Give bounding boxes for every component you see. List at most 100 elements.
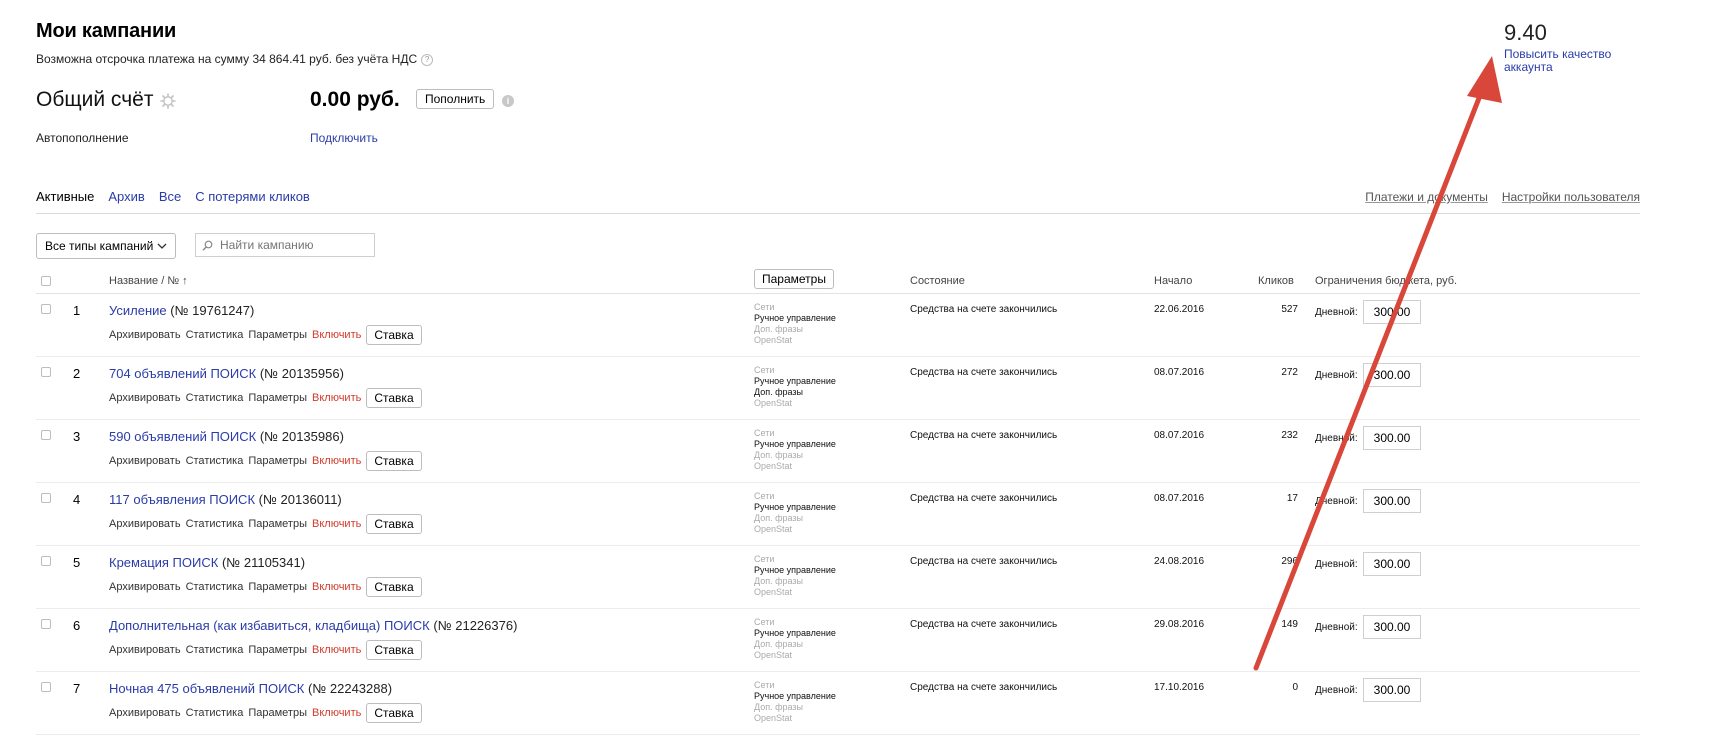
archive-action[interactable]: Архивировать (109, 644, 181, 656)
autofill-connect-link[interactable]: Подключить (310, 131, 378, 145)
info-icon[interactable]: i (502, 95, 514, 107)
header-name[interactable]: Название / № ↑ (109, 275, 188, 287)
improve-quality-link[interactable]: Повысить качество аккаунта (1504, 48, 1624, 74)
params-action[interactable]: Параметры (248, 581, 307, 593)
stats-action[interactable]: Статистика (186, 329, 244, 341)
stats-action[interactable]: Статистика (186, 707, 244, 719)
row-checkbox[interactable] (41, 304, 51, 314)
campaign-state: Средства на счете закончились (910, 493, 1058, 504)
daily-label: Дневной: (1315, 622, 1358, 633)
row-checkbox[interactable] (41, 367, 51, 377)
daily-budget-input[interactable] (1363, 678, 1421, 702)
param-openstat: OpenStat (754, 398, 793, 408)
archive-action[interactable]: Архивировать (109, 329, 181, 341)
archive-action[interactable]: Архивировать (109, 707, 181, 719)
campaign-name-link[interactable]: Усиление (109, 303, 167, 318)
params-action[interactable]: Параметры (248, 644, 307, 656)
payments-documents-link[interactable]: Платежи и документы (1365, 190, 1488, 204)
user-settings-link[interactable]: Настройки пользователя (1502, 190, 1640, 204)
campaign-name-link[interactable]: 117 объявления ПОИСК (109, 492, 255, 507)
daily-budget-input[interactable] (1363, 363, 1421, 387)
daily-budget-input[interactable] (1363, 552, 1421, 576)
param-openstat: OpenStat (754, 587, 793, 597)
enable-action[interactable]: Включить (312, 707, 361, 719)
row-checkbox[interactable] (41, 619, 51, 629)
stats-action[interactable]: Статистика (186, 581, 244, 593)
search-input[interactable] (218, 237, 372, 253)
campaign-name-cell: 704 объявлений ПОИСК (№ 20135956) (109, 366, 344, 381)
stats-action[interactable]: Статистика (186, 644, 244, 656)
campaign-name-cell: Кремация ПОИСК (№ 21105341) (109, 555, 305, 570)
campaign-params: Сети Ручное управление Доп. фразы OpenSt… (754, 302, 836, 346)
campaign-params: Сети Ручное управление Доп. фразы OpenSt… (754, 554, 836, 598)
account-title: Общий счёт (36, 88, 154, 111)
param-openstat: OpenStat (754, 650, 793, 660)
params-action[interactable]: Параметры (248, 329, 307, 341)
stats-action[interactable]: Статистика (186, 455, 244, 467)
params-action[interactable]: Параметры (248, 707, 307, 719)
tab-all[interactable]: Все (159, 189, 181, 204)
gear-icon[interactable] (160, 93, 176, 109)
params-action[interactable]: Параметры (248, 392, 307, 404)
campaign-name-link[interactable]: 704 объявлений ПОИСК (109, 366, 256, 381)
archive-action[interactable]: Архивировать (109, 392, 181, 404)
bid-button[interactable]: Ставка (366, 514, 422, 534)
stats-action[interactable]: Статистика (186, 518, 244, 530)
row-actions: Архивировать Статистика Параметры Включи… (109, 703, 422, 723)
archive-action[interactable]: Архивировать (109, 518, 181, 530)
params-action[interactable]: Параметры (248, 455, 307, 467)
daily-budget-input[interactable] (1363, 615, 1421, 639)
daily-budget-input[interactable] (1363, 489, 1421, 513)
bid-button[interactable]: Ставка (366, 388, 422, 408)
select-all-checkbox[interactable] (41, 276, 51, 286)
bid-button[interactable]: Ставка (366, 577, 422, 597)
row-checkbox[interactable] (41, 430, 51, 440)
tab-archive[interactable]: Архив (108, 189, 144, 204)
campaign-state: Средства на счете закончились (910, 430, 1058, 441)
tab-active[interactable]: Активные (36, 189, 94, 204)
campaign-name-cell: Усиление (№ 19761247) (109, 303, 254, 318)
table-row: 6 Дополнительная (как избавиться, кладби… (0, 609, 1733, 672)
enable-action[interactable]: Включить (312, 581, 361, 593)
daily-budget-input[interactable] (1363, 300, 1421, 324)
daily-label: Дневной: (1315, 307, 1358, 318)
enable-action[interactable]: Включить (312, 518, 361, 530)
archive-action[interactable]: Архивировать (109, 455, 181, 467)
row-checkbox[interactable] (41, 556, 51, 566)
param-manual-control: Ручное управление (754, 313, 836, 323)
campaign-name-link[interactable]: Дополнительная (как избавиться, кладбища… (109, 618, 430, 633)
topup-button[interactable]: Пополнить (416, 89, 495, 109)
campaign-params: Сети Ручное управление Доп. фразы OpenSt… (754, 617, 836, 661)
search-icon (202, 240, 213, 251)
row-checkbox[interactable] (41, 493, 51, 503)
enable-action[interactable]: Включить (312, 329, 361, 341)
row-checkbox[interactable] (41, 682, 51, 692)
bid-button[interactable]: Ставка (366, 325, 422, 345)
param-networks: Сети (754, 428, 775, 438)
bid-button[interactable]: Ставка (366, 640, 422, 660)
param-extra-phrases: Доп. фразы (754, 324, 803, 334)
campaign-search[interactable] (195, 233, 375, 257)
param-manual-control: Ручное управление (754, 691, 836, 701)
parameters-button[interactable]: Параметры (754, 269, 834, 289)
enable-action[interactable]: Включить (312, 455, 361, 467)
daily-budget-input[interactable] (1363, 426, 1421, 450)
bid-button[interactable]: Ставка (366, 703, 422, 723)
campaign-name-cell: Ночная 475 объявлений ПОИСК (№ 22243288) (109, 681, 392, 696)
help-icon[interactable]: ? (421, 54, 434, 66)
enable-action[interactable]: Включить (312, 392, 361, 404)
campaign-name-link[interactable]: Кремация ПОИСК (109, 555, 218, 570)
param-extra-phrases: Доп. фразы (754, 387, 803, 397)
campaign-name-link[interactable]: Ночная 475 объявлений ПОИСК (109, 681, 304, 696)
params-action[interactable]: Параметры (248, 518, 307, 530)
campaign-name-link[interactable]: 590 объявлений ПОИСК (109, 429, 256, 444)
enable-action[interactable]: Включить (312, 644, 361, 656)
header-budget: Ограничения бюджета, руб. (1315, 275, 1458, 287)
bid-button[interactable]: Ставка (366, 451, 422, 471)
stats-action[interactable]: Статистика (186, 392, 244, 404)
campaign-type-select[interactable]: Все типы кампаний (36, 233, 177, 259)
tab-lost-clicks[interactable]: С потерями кликов (195, 189, 310, 204)
account-balance: 0.00 руб. (310, 88, 400, 111)
archive-action[interactable]: Архивировать (109, 581, 181, 593)
campaign-id: (№ 20136011) (258, 492, 342, 507)
